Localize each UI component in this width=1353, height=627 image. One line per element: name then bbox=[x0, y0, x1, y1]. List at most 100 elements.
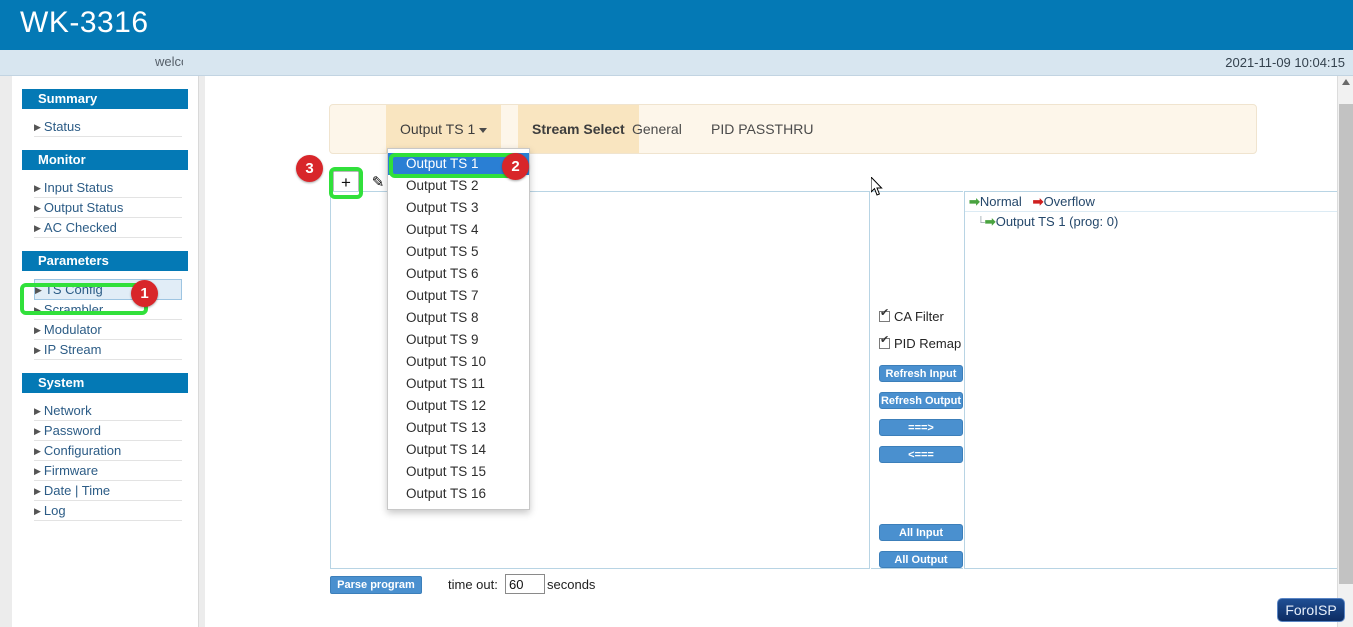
sidebar-section-system: System bbox=[22, 373, 188, 393]
dropdown-item-output-ts-11[interactable]: Output TS 11 bbox=[388, 373, 529, 395]
tab-bar: Output TS 1 Stream Select General PID PA… bbox=[329, 104, 1257, 154]
arrow-right-red-icon: ➡ bbox=[1033, 194, 1044, 209]
caret-right-icon: ▶ bbox=[34, 466, 41, 476]
dropdown-item-output-ts-10[interactable]: Output TS 10 bbox=[388, 351, 529, 373]
sidebar-item-ac-checked[interactable]: ▶AC Checked bbox=[34, 218, 182, 238]
caret-right-icon: ▶ bbox=[34, 486, 41, 496]
dropdown-item-output-ts-2[interactable]: Output TS 2 bbox=[388, 175, 529, 197]
sidebar-item-output-status[interactable]: ▶Output Status bbox=[34, 198, 182, 218]
caret-right-icon: ▶ bbox=[34, 345, 41, 355]
dropdown-item-output-ts-5[interactable]: Output TS 5 bbox=[388, 241, 529, 263]
tab-pid-passthru[interactable]: PID PASSTHRU bbox=[697, 105, 827, 153]
parse-program-button[interactable]: Parse program bbox=[330, 576, 422, 594]
all-output-button[interactable]: All Output bbox=[879, 551, 963, 568]
sidebar: Summary ▶Status Monitor ▶Input Status ▶O… bbox=[12, 76, 199, 627]
sidebar-item-scrambler[interactable]: ▶Scrambler bbox=[34, 300, 182, 320]
output-tree-item[interactable]: └➡Output TS 1 (prog: 0) bbox=[965, 212, 1343, 232]
caret-right-icon: ▶ bbox=[34, 203, 41, 213]
caret-right-icon: ▶ bbox=[34, 406, 41, 416]
dropdown-item-output-ts-9[interactable]: Output TS 9 bbox=[388, 329, 529, 351]
sidebar-item-label: Date | Time bbox=[44, 483, 110, 498]
sidebar-item-modulator[interactable]: ▶Modulator bbox=[34, 320, 182, 340]
sidebar-item-ip-stream[interactable]: ▶IP Stream bbox=[34, 340, 182, 360]
sidebar-item-input-status[interactable]: ▶Input Status bbox=[34, 178, 182, 198]
sidebar-item-network[interactable]: ▶Network bbox=[34, 401, 182, 421]
legend-row: ➡Normal ➡Overflow bbox=[965, 192, 1343, 212]
move-right-button[interactable]: ===> bbox=[879, 419, 963, 436]
sidebar-item-label: TS Config bbox=[45, 282, 103, 297]
ca-filter-label: CA Filter bbox=[894, 309, 944, 324]
sidebar-item-configuration[interactable]: ▶Configuration bbox=[34, 441, 182, 461]
tab-label: PID PASSTHRU bbox=[711, 121, 813, 137]
pid-remap-label: PID Remap bbox=[894, 336, 961, 351]
sidebar-item-label: Scrambler bbox=[44, 302, 103, 317]
checkbox-icon bbox=[879, 311, 890, 322]
left-gutter bbox=[0, 76, 12, 627]
dropdown-item-output-ts-4[interactable]: Output TS 4 bbox=[388, 219, 529, 241]
tab-output-ts-selector[interactable]: Output TS 1 bbox=[386, 105, 501, 153]
welcome-text: welcome bbox=[155, 54, 183, 69]
caret-right-icon: ▶ bbox=[34, 183, 41, 193]
dropdown-item-output-ts-8[interactable]: Output TS 8 bbox=[388, 307, 529, 329]
tab-general[interactable]: General bbox=[618, 105, 696, 153]
checkbox-icon bbox=[879, 338, 890, 349]
caret-right-icon: ▶ bbox=[34, 426, 41, 436]
output-tree-label: Output TS 1 (prog: 0) bbox=[996, 214, 1119, 229]
sidebar-item-firmware[interactable]: ▶Firmware bbox=[34, 461, 182, 481]
sidebar-item-log[interactable]: ▶Log bbox=[34, 501, 182, 521]
callout-badge-3: 3 bbox=[296, 155, 323, 182]
tab-label: Stream Select bbox=[532, 121, 625, 137]
vertical-scrollbar[interactable] bbox=[1337, 76, 1353, 627]
tab-label: General bbox=[632, 121, 682, 137]
all-input-button[interactable]: All Input bbox=[879, 524, 963, 541]
sidebar-item-label: Status bbox=[44, 119, 81, 134]
refresh-output-button[interactable]: Refresh Output bbox=[879, 392, 963, 409]
timestamp: 2021-11-09 10:04:15 bbox=[1225, 55, 1345, 70]
dropdown-item-output-ts-13[interactable]: Output TS 13 bbox=[388, 417, 529, 439]
sidebar-item-label: AC Checked bbox=[44, 220, 117, 235]
dropdown-item-output-ts-15[interactable]: Output TS 15 bbox=[388, 461, 529, 483]
footer-controls: Parse program time out: seconds bbox=[330, 576, 930, 602]
output-stream-panel[interactable]: ➡Normal ➡Overflow └➡Output TS 1 (prog: 0… bbox=[964, 191, 1344, 569]
tree-branch-icon: └ bbox=[977, 217, 985, 229]
transfer-controls: CA Filter PID Remap Refresh Input Refres… bbox=[871, 191, 963, 569]
caret-right-icon: ▶ bbox=[34, 446, 41, 456]
move-left-button[interactable]: <=== bbox=[879, 446, 963, 463]
refresh-input-button[interactable]: Refresh Input bbox=[879, 365, 963, 382]
sidebar-item-label: Output Status bbox=[44, 200, 124, 215]
caret-right-icon: ▶ bbox=[34, 122, 41, 132]
sidebar-item-label: Firmware bbox=[44, 463, 98, 478]
pid-remap-checkbox[interactable]: PID Remap bbox=[879, 336, 961, 351]
dropdown-item-output-ts-3[interactable]: Output TS 3 bbox=[388, 197, 529, 219]
ca-filter-checkbox[interactable]: CA Filter bbox=[879, 309, 944, 324]
app-window: WK-3316 welcome 2021-11-09 10:04:15 Summ… bbox=[0, 0, 1353, 627]
sidebar-item-date-time[interactable]: ▶Date | Time bbox=[34, 481, 182, 501]
sidebar-item-label: Input Status bbox=[44, 180, 113, 195]
sidebar-section-parameters: Parameters bbox=[22, 251, 188, 271]
seconds-label: seconds bbox=[547, 577, 595, 592]
sidebar-item-password[interactable]: ▶Password bbox=[34, 421, 182, 441]
timeout-label: time out: bbox=[448, 577, 498, 592]
dropdown-item-output-ts-14[interactable]: Output TS 14 bbox=[388, 439, 529, 461]
sidebar-item-ts-config[interactable]: ▶TS Config bbox=[34, 279, 182, 300]
sidebar-item-label: Modulator bbox=[44, 322, 102, 337]
dropdown-item-output-ts-6[interactable]: Output TS 6 bbox=[388, 263, 529, 285]
scrollbar-thumb[interactable] bbox=[1339, 104, 1353, 584]
callout-badge-2: 2 bbox=[502, 153, 529, 180]
legend-overflow-label: Overflow bbox=[1044, 194, 1095, 209]
output-ts-dropdown-menu[interactable]: Output TS 1 Output TS 2 Output TS 3 Outp… bbox=[387, 148, 530, 510]
timeout-input[interactable] bbox=[505, 574, 545, 594]
content-area: ForoISP.com Output TS 1 Stream Select Ge… bbox=[205, 76, 1353, 627]
scroll-up-arrow-icon[interactable] bbox=[1342, 79, 1350, 85]
legend-normal-label: Normal bbox=[980, 194, 1022, 209]
app-title: WK-3316 bbox=[20, 6, 149, 40]
dropdown-item-output-ts-16[interactable]: Output TS 16 bbox=[388, 483, 529, 505]
pencil-icon: ✎ bbox=[372, 174, 385, 191]
arrow-right-green-icon: ➡ bbox=[969, 194, 980, 209]
plus-icon: + bbox=[341, 173, 351, 192]
dropdown-item-output-ts-12[interactable]: Output TS 12 bbox=[388, 395, 529, 417]
dropdown-item-output-ts-7[interactable]: Output TS 7 bbox=[388, 285, 529, 307]
sidebar-section-summary: Summary bbox=[22, 89, 188, 109]
caret-right-icon: ▶ bbox=[34, 325, 41, 335]
sidebar-item-status[interactable]: ▶Status bbox=[34, 117, 182, 137]
